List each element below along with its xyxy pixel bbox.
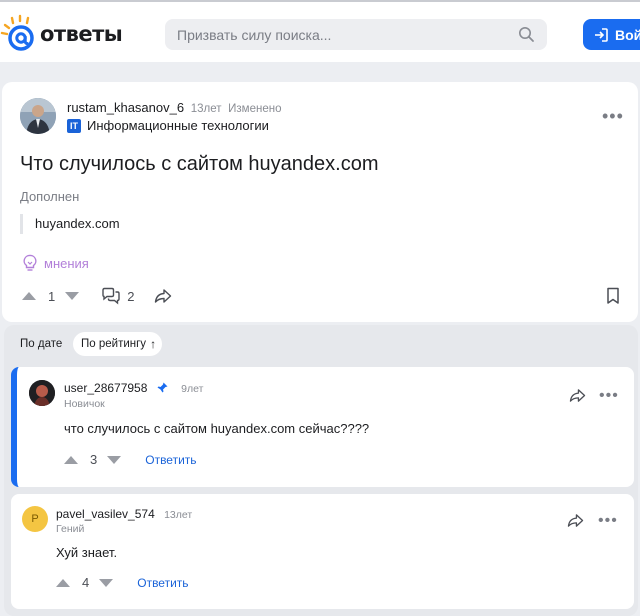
question-author: rustam_khasanov_6 13лет Изменено [67, 100, 281, 115]
more-options-icon[interactable]: ••• [599, 388, 619, 404]
category-label: Информационные технологии [87, 118, 269, 133]
search-placeholder: Призвать силу поиска... [177, 27, 332, 43]
comments-count: 2 [127, 288, 135, 304]
downvote-icon[interactable] [107, 455, 122, 464]
top-bar: ответы Призвать силу поиска... Вой [0, 0, 640, 62]
opinions-label: мнения [44, 255, 89, 271]
share-icon[interactable] [567, 513, 584, 528]
supplement-label: Дополнен [20, 189, 80, 204]
login-icon [595, 27, 608, 42]
user-photo-icon [29, 380, 55, 406]
share-icon[interactable] [569, 388, 586, 403]
opinions-button[interactable]: мнения [22, 254, 89, 272]
edited-label: Изменено [228, 103, 282, 115]
author-rank: Гений [56, 523, 85, 535]
sort-arrow-icon: ↑ [150, 337, 157, 351]
answer-text: что случилось с сайтом huyandex.com сейч… [64, 421, 370, 436]
answer-card: P pavel_vasilev_574 13лет Гений ••• Хуй … [11, 494, 634, 609]
more-options-icon[interactable]: ••• [598, 513, 618, 529]
author-name[interactable]: pavel_vasilev_574 [56, 507, 155, 521]
otvety-logo-icon [0, 14, 34, 51]
sort-by-date-button[interactable]: По дате [12, 332, 70, 356]
answer-card: user_28677958 9лет Новичок ••• что случи… [11, 367, 634, 487]
question-card: rustam_khasanov_6 13лет Изменено IT Инфо… [2, 82, 638, 322]
answer-author: pavel_vasilev_574 13лет [56, 507, 192, 521]
logo[interactable]: ответы [0, 14, 123, 54]
pin-icon [157, 382, 168, 393]
avatar-letter: P [31, 513, 39, 525]
category[interactable]: IT Информационные технологии [67, 118, 269, 133]
category-badge-icon: IT [67, 118, 81, 133]
reply-link[interactable]: Ответить [145, 453, 196, 467]
user-photo-icon [20, 98, 56, 134]
login-label: Вой [615, 26, 640, 43]
downvote-icon[interactable] [99, 578, 114, 587]
sort-by-date-label: По дате [20, 338, 63, 350]
answer-author: user_28677958 9лет [64, 381, 203, 395]
answer-actions: 3 Ответить [64, 452, 197, 467]
upvote-icon[interactable] [22, 292, 36, 300]
avatar[interactable]: P [22, 506, 48, 532]
supplement-text: huyandex.com [20, 214, 120, 234]
question-title: Что случилось с сайтом huyandex.com [20, 153, 379, 175]
avatar[interactable] [20, 98, 56, 134]
author-rank: Новичок [64, 398, 105, 410]
more-options-icon[interactable]: ••• [602, 107, 624, 125]
bookmark-icon[interactable] [606, 287, 620, 305]
search-input[interactable]: Призвать силу поиска... [165, 19, 547, 50]
vote-count: 4 [82, 575, 90, 590]
upvote-icon[interactable] [64, 455, 78, 464]
reply-link[interactable]: Ответить [137, 576, 188, 590]
answer-actions: 4 Ответить [56, 575, 189, 590]
author-name[interactable]: rustam_khasanov_6 [67, 100, 184, 115]
upvote-icon[interactable] [56, 578, 70, 587]
question-time: 13лет [190, 103, 222, 115]
question-actions: 1 2 [22, 287, 172, 305]
comments-icon[interactable] [101, 287, 121, 305]
avatar[interactable] [29, 380, 55, 406]
answer-time: 13лет [164, 509, 193, 521]
answers-section: По дате По рейтингу ↑ user_28677958 9лет… [4, 325, 638, 616]
answer-time: 9лет [181, 383, 204, 395]
vote-count: 3 [90, 452, 98, 467]
answer-text: Хуй знает. [56, 545, 118, 560]
share-icon[interactable] [154, 288, 172, 304]
downvote-icon[interactable] [65, 292, 80, 300]
search-icon[interactable] [518, 26, 535, 43]
author-name[interactable]: user_28677958 [64, 381, 147, 395]
sort-by-rating-button[interactable]: По рейтингу ↑ [73, 332, 163, 356]
lightbulb-icon [23, 254, 37, 271]
login-button[interactable]: Вой [583, 19, 640, 50]
vote-count: 1 [48, 288, 56, 304]
sort-by-rating-label: По рейтингу [81, 338, 147, 350]
logo-text: ответы [40, 22, 123, 46]
